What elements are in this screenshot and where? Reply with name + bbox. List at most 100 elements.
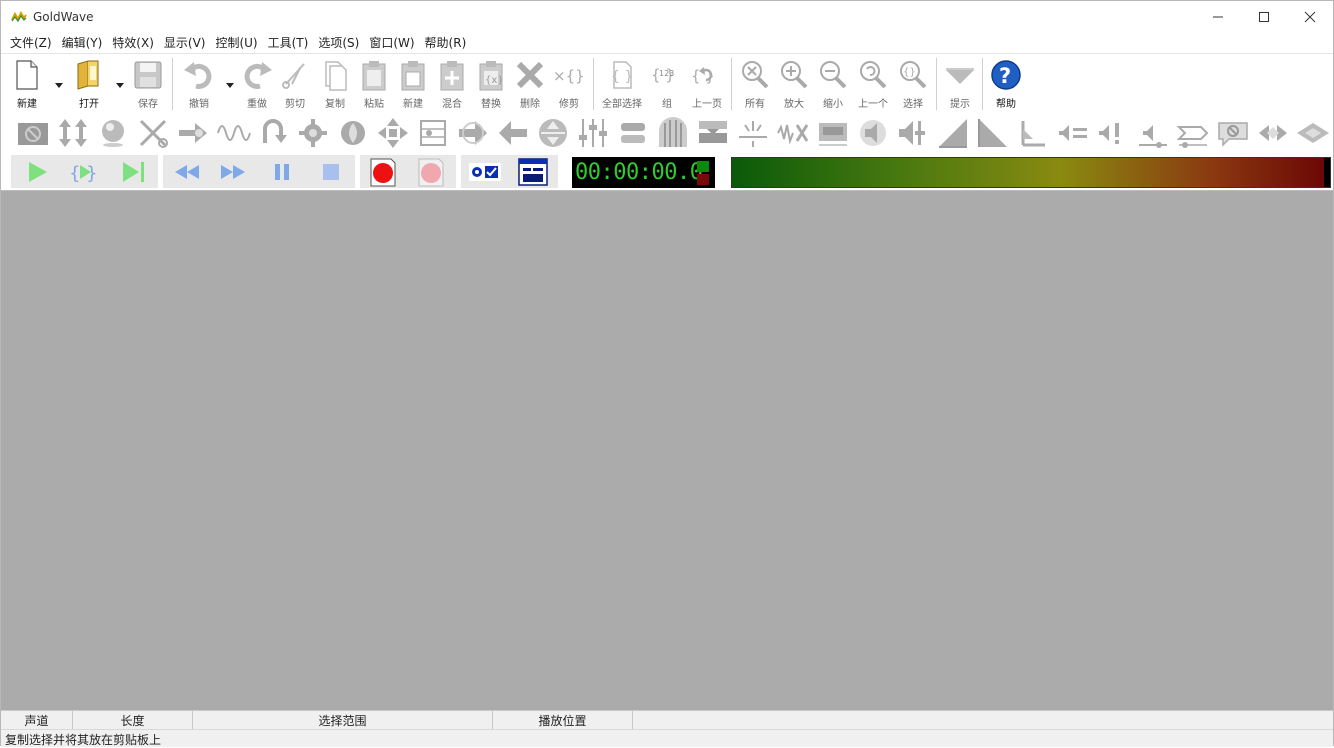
rate-display-icon [695, 115, 731, 151]
copy-button[interactable]: 复制 [315, 58, 355, 110]
effect-volume-alert-button[interactable] [1095, 115, 1131, 151]
effect-stretch-button[interactable] [55, 115, 91, 151]
menu-effects[interactable]: 特效(X) [107, 33, 159, 53]
pause-button[interactable] [264, 157, 300, 187]
zoom-all-button[interactable]: 所有 [735, 58, 775, 110]
delete-button[interactable]: 删除 [510, 58, 550, 110]
time-display-value: 00:00:00.0 [575, 160, 702, 185]
fade-in-icon [935, 115, 971, 151]
effect-silence-button[interactable] [735, 115, 771, 151]
fast-forward-button[interactable] [215, 157, 251, 187]
menu-edit[interactable]: 编辑(Y) [57, 33, 108, 53]
scissors-icon [278, 58, 312, 92]
open-button[interactable]: 打开 [69, 58, 109, 110]
effect-echo-button[interactable] [95, 115, 131, 151]
seek-group [163, 155, 355, 188]
group-button[interactable]: { }123 组 [647, 58, 687, 110]
effect-flanger-button[interactable] [335, 115, 371, 151]
effect-doppler-button[interactable] [175, 115, 211, 151]
mix-button[interactable]: 混合 [432, 58, 472, 110]
play-selection-button[interactable]: { } [67, 157, 103, 187]
menu-tools[interactable]: 工具(T) [263, 33, 314, 53]
replace-button[interactable]: {x} 替换 [471, 58, 511, 110]
minimize-button[interactable] [1195, 1, 1241, 33]
effect-expand-button[interactable] [375, 115, 411, 151]
new-dropdown-icon[interactable] [54, 80, 64, 90]
play-to-end-button[interactable] [115, 157, 151, 187]
effect-crossfade-button[interactable] [135, 115, 171, 151]
menu-window[interactable]: 窗口(W) [364, 33, 419, 53]
effect-speech-filter-button[interactable] [1215, 115, 1251, 151]
effect-gear-button[interactable] [295, 115, 331, 151]
control-properties-button[interactable] [515, 157, 551, 187]
paste-button[interactable]: 粘贴 [354, 58, 394, 110]
effect-pan-button[interactable] [1135, 115, 1171, 151]
undo-dropdown-icon[interactable] [225, 80, 235, 90]
close-icon [1304, 11, 1316, 23]
record-button[interactable] [413, 157, 449, 187]
zoom-previous-button[interactable]: 上一个 [853, 58, 893, 110]
zoom-selection-button[interactable]: {} 选择 [893, 58, 933, 110]
stop-button[interactable] [313, 157, 349, 187]
effect-shape-volume-button[interactable] [1015, 115, 1051, 151]
effect-channel-mix-button[interactable] [1175, 115, 1211, 151]
effect-normalize-button[interactable] [615, 115, 651, 151]
effect-spatial-button[interactable] [1295, 115, 1331, 151]
prev-page-button[interactable]: { } 上一页 [687, 58, 727, 110]
effect-stereo-button[interactable] [1255, 115, 1291, 151]
select-all-icon: { } [605, 58, 639, 92]
effect-offset-button[interactable] [535, 115, 571, 151]
effect-equalizer-button[interactable] [415, 115, 451, 151]
effect-volume-button[interactable] [855, 115, 891, 151]
hint-button[interactable]: 提示 [940, 58, 980, 110]
rewind-button[interactable] [169, 157, 205, 187]
arrow-right-icon [455, 115, 491, 151]
effect-volume-match-button[interactable] [895, 115, 931, 151]
effect-pop-click-button[interactable] [815, 115, 851, 151]
effect-no-icon-button[interactable] [15, 115, 51, 151]
menu-view[interactable]: 显示(V) [159, 33, 211, 53]
open-dropdown-icon[interactable] [115, 80, 125, 90]
cut-button[interactable]: 剪切 [275, 58, 315, 110]
effect-noise-reduction-button[interactable] [775, 115, 811, 151]
save-button[interactable]: 保存 [128, 58, 168, 110]
paste-new-button[interactable]: 新建 [393, 58, 433, 110]
effect-maximize-button[interactable] [1055, 115, 1091, 151]
redo-button[interactable]: 重做 [237, 58, 277, 110]
menu-control[interactable]: 控制(U) [210, 33, 262, 53]
workspace-area[interactable] [1, 191, 1333, 710]
menu-file[interactable]: 文件(Z) [5, 33, 57, 53]
device-controls-button[interactable] [467, 157, 503, 187]
effect-fade-in-button[interactable] [935, 115, 971, 151]
effect-resample-button[interactable] [655, 115, 691, 151]
delete-x-icon [513, 58, 547, 92]
play-button[interactable] [19, 157, 55, 187]
select-all-button[interactable]: { } 全部选择 [602, 58, 642, 110]
goldwave-logo-icon [11, 9, 27, 25]
maximize-button[interactable] [1241, 1, 1287, 33]
effect-invert-button[interactable] [255, 115, 291, 151]
effect-wave-button[interactable] [215, 115, 251, 151]
zoom-out-button[interactable]: 缩小 [813, 58, 853, 110]
record-new-button[interactable] [365, 157, 401, 187]
effect-playback-rate-button[interactable] [695, 115, 731, 151]
close-button[interactable] [1287, 1, 1333, 33]
vertical-arrows-icon [55, 115, 91, 151]
effect-forward-button[interactable] [455, 115, 491, 151]
toolbar-separator [731, 58, 732, 110]
speaker-bar-icon [895, 115, 931, 151]
control-properties-icon [515, 157, 551, 187]
effect-fade-out-button[interactable] [975, 115, 1011, 151]
effect-reverse-button[interactable] [495, 115, 531, 151]
trim-button[interactable]: ×{}× 修剪 [549, 58, 589, 110]
hint-bar: 复制选择并将其放在剪贴板上 [1, 729, 1333, 747]
new-button[interactable]: 新建 [7, 58, 47, 110]
zoom-in-button[interactable]: 放大 [774, 58, 814, 110]
effect-mixer-button[interactable] [575, 115, 611, 151]
svg-text:×{}×: ×{}× [553, 67, 586, 85]
menu-options[interactable]: 选项(S) [313, 33, 364, 53]
help-button[interactable]: ? 帮助 [986, 58, 1026, 110]
menu-help[interactable]: 帮助(R) [420, 33, 472, 53]
timer-status-leds [697, 161, 709, 185]
undo-button[interactable]: 撤销 [179, 58, 219, 110]
